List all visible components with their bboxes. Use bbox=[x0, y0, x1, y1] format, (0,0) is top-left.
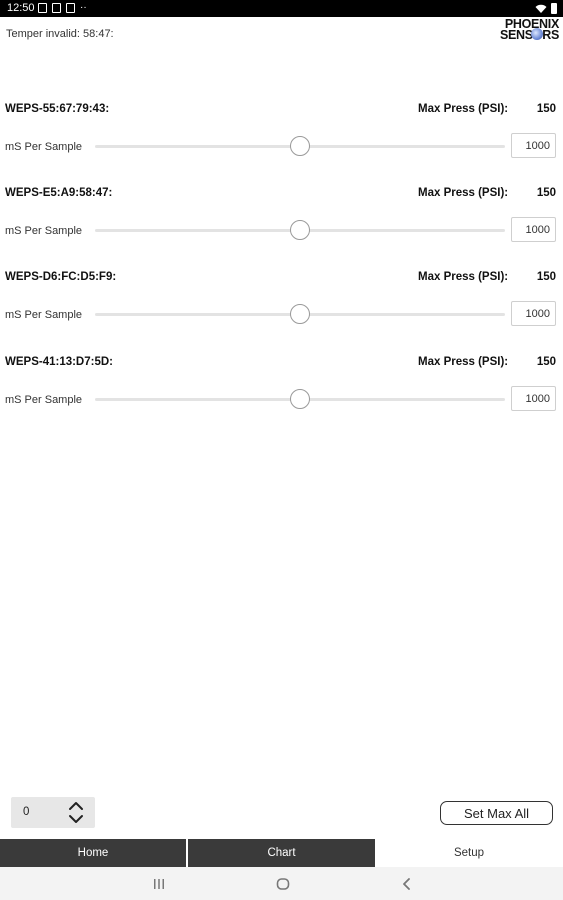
max-press-value: 150 bbox=[536, 271, 556, 283]
sensor-row: WEPS-55:67:79:43: Max Press (PSI): 150 m… bbox=[0, 103, 563, 187]
sample-rate-label: mS Per Sample bbox=[5, 141, 83, 153]
sample-rate-slider[interactable] bbox=[95, 135, 505, 157]
max-press-label: Max Press (PSI): bbox=[418, 103, 509, 115]
slider-thumb[interactable] bbox=[290, 136, 310, 156]
play-icon bbox=[66, 3, 75, 13]
set-max-all-button[interactable]: Set Max All bbox=[440, 801, 553, 825]
sensor-id: WEPS-41:13:D7:5D: bbox=[5, 356, 113, 368]
sensor-id: WEPS-D6:FC:D5:F9: bbox=[5, 271, 117, 283]
status-time: 12:50 bbox=[7, 2, 35, 14]
status-bar: 12:50 ·· bbox=[0, 0, 563, 17]
sensor-id: WEPS-55:67:79:43: bbox=[5, 103, 110, 115]
sensor-count-stepper[interactable]: 0 bbox=[11, 797, 95, 828]
sample-rate-slider[interactable] bbox=[95, 219, 505, 241]
slider-thumb[interactable] bbox=[290, 220, 310, 240]
home-icon[interactable] bbox=[275, 876, 291, 892]
temper-status-text: Temper invalid: 58:47: bbox=[6, 28, 114, 40]
stepper-value: 0 bbox=[23, 806, 30, 818]
sample-rate-input[interactable] bbox=[511, 301, 556, 326]
tab-bar: Home Chart Setup bbox=[0, 839, 563, 867]
notification-icon bbox=[52, 3, 61, 13]
slider-thumb[interactable] bbox=[290, 304, 310, 324]
wifi-icon bbox=[535, 4, 547, 13]
phoenix-sensors-logo: PHOENIX SENSORS bbox=[487, 18, 559, 45]
status-notification-icons: ·· bbox=[38, 3, 87, 13]
max-press-label: Max Press (PSI): bbox=[418, 271, 509, 283]
sample-rate-label: mS Per Sample bbox=[5, 394, 83, 406]
sample-rate-slider[interactable] bbox=[95, 303, 505, 325]
battery-icon bbox=[551, 3, 557, 14]
sample-rate-label: mS Per Sample bbox=[5, 309, 83, 321]
sample-rate-input[interactable] bbox=[511, 386, 556, 411]
sample-rate-input[interactable] bbox=[511, 217, 556, 242]
tab-home[interactable]: Home bbox=[0, 839, 186, 867]
sensor-id: WEPS-E5:A9:58:47: bbox=[5, 187, 113, 199]
max-press-value: 150 bbox=[536, 187, 556, 199]
max-press-value: 150 bbox=[536, 356, 556, 368]
image-icon bbox=[38, 3, 47, 13]
tab-chart[interactable]: Chart bbox=[188, 839, 375, 867]
logo-orb-icon bbox=[531, 28, 543, 40]
max-press-value: 150 bbox=[536, 103, 556, 115]
sensor-row: WEPS-D6:FC:D5:F9: Max Press (PSI): 150 m… bbox=[0, 271, 563, 355]
sample-rate-label: mS Per Sample bbox=[5, 225, 83, 237]
sample-rate-slider[interactable] bbox=[95, 388, 505, 410]
slider-thumb[interactable] bbox=[290, 389, 310, 409]
max-press-label: Max Press (PSI): bbox=[418, 356, 509, 368]
max-press-label: Max Press (PSI): bbox=[418, 187, 509, 199]
status-system-icons bbox=[535, 3, 557, 14]
sensor-row: WEPS-41:13:D7:5D: Max Press (PSI): 150 m… bbox=[0, 356, 563, 440]
sensor-row: WEPS-E5:A9:58:47: Max Press (PSI): 150 m… bbox=[0, 187, 563, 271]
recents-icon[interactable] bbox=[151, 876, 167, 892]
up-down-chevron-icon[interactable] bbox=[65, 800, 87, 825]
sample-rate-input[interactable] bbox=[511, 133, 556, 158]
more-dots-icon: ·· bbox=[80, 2, 87, 13]
tab-setup[interactable]: Setup bbox=[375, 839, 563, 867]
logo-line-2: SENSORS bbox=[499, 28, 559, 42]
system-nav-bar bbox=[0, 867, 563, 900]
back-icon[interactable] bbox=[399, 876, 415, 892]
